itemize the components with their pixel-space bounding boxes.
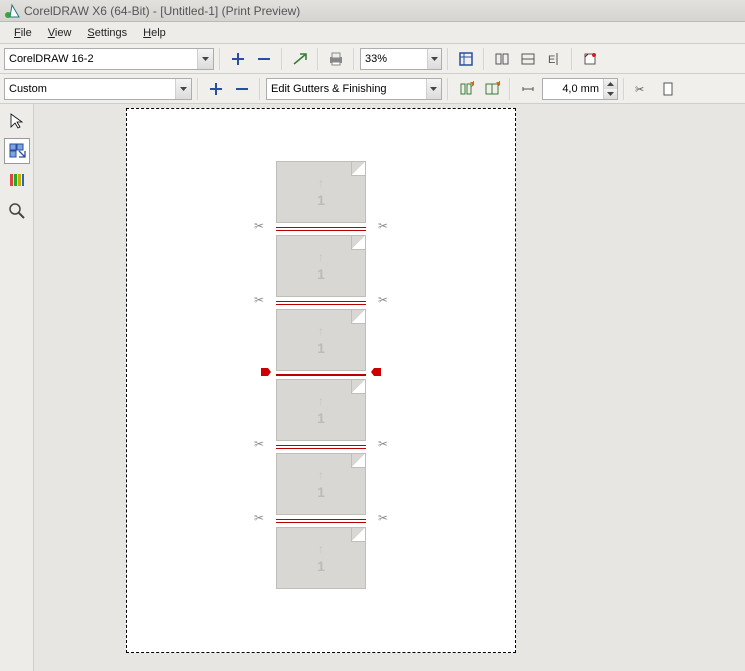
dropdown-arrow-icon[interactable] xyxy=(175,79,191,99)
invert-button[interactable] xyxy=(516,47,540,71)
orientation-arrow-icon: ↑ xyxy=(277,176,365,190)
svg-text:★: ★ xyxy=(495,81,500,90)
page-number: 1 xyxy=(277,340,365,356)
full-screen-button[interactable] xyxy=(454,47,478,71)
imposition-card[interactable]: ↑ 1 xyxy=(276,161,366,223)
scissor-icon: ✂ xyxy=(378,511,388,525)
cut-mark-button[interactable]: ✂ xyxy=(630,77,654,101)
equal-gutters-button[interactable]: ★ xyxy=(454,77,478,101)
gutter-dimension-icon xyxy=(516,77,540,101)
gutters-combo[interactable] xyxy=(266,78,442,100)
svg-text:★: ★ xyxy=(469,81,474,90)
svg-text:✂: ✂ xyxy=(635,84,644,96)
cut-line[interactable]: ✂✂ xyxy=(276,441,366,453)
marks-placement-tool[interactable] xyxy=(4,168,30,194)
print-style-input[interactable] xyxy=(5,51,197,67)
zoom-combo[interactable] xyxy=(360,48,442,70)
pick-tool[interactable] xyxy=(4,108,30,134)
gutter-size-field[interactable] xyxy=(543,81,603,97)
dropdown-arrow-icon[interactable] xyxy=(426,79,442,99)
imposition-card[interactable]: ↑ 1 xyxy=(276,453,366,515)
add-preset-button[interactable] xyxy=(226,47,250,71)
toolbox xyxy=(0,104,34,671)
page-number: 1 xyxy=(277,192,365,208)
menu-settings[interactable]: Settings xyxy=(79,25,135,41)
options-button[interactable] xyxy=(288,47,312,71)
fold-tag-icon xyxy=(371,367,381,375)
page-stack: ↑ 1 ✂✂ ↑ 1 ✂✂ ↑ 1 ↑ xyxy=(276,161,366,589)
dogear-icon xyxy=(351,528,365,542)
imposition-card[interactable]: ↑ 1 xyxy=(276,235,366,297)
orientation-arrow-icon: ↑ xyxy=(277,468,365,482)
imposition-card[interactable]: ↑ 1 xyxy=(276,309,366,371)
add-layout-button[interactable] xyxy=(204,77,228,101)
orientation-arrow-icon: ↑ xyxy=(277,250,365,264)
fold-line[interactable] xyxy=(276,371,366,379)
menu-view[interactable]: View xyxy=(40,25,80,41)
auto-gutters-button[interactable]: ★ xyxy=(480,77,504,101)
dropdown-arrow-icon[interactable] xyxy=(427,49,441,69)
remove-preset-button[interactable] xyxy=(252,47,276,71)
menu-file[interactable]: File xyxy=(6,25,40,41)
dogear-icon xyxy=(351,236,365,250)
cut-line[interactable]: ✂✂ xyxy=(276,515,366,527)
app-icon xyxy=(4,3,20,19)
window-title: CorelDRAW X6 (64-Bit) - [Untitled-1] (Pr… xyxy=(24,4,300,18)
remove-layout-button[interactable] xyxy=(230,77,254,101)
cut-line[interactable]: ✂✂ xyxy=(276,223,366,235)
mirror-button[interactable] xyxy=(490,47,514,71)
page-mark-button[interactable] xyxy=(656,77,680,101)
gutters-input[interactable] xyxy=(267,81,426,97)
menu-bar: File View Settings Help xyxy=(0,22,745,44)
title-bar: CorelDRAW X6 (64-Bit) - [Untitled-1] (Pr… xyxy=(0,0,745,22)
spin-up-button[interactable] xyxy=(604,79,617,89)
print-button[interactable] xyxy=(324,47,348,71)
print-style-combo[interactable] xyxy=(4,48,214,70)
imposition-card[interactable]: ↑ 1 xyxy=(276,379,366,441)
scissor-icon: ✂ xyxy=(378,293,388,307)
page-number: 1 xyxy=(277,484,365,500)
layout-combo[interactable] xyxy=(4,78,192,100)
imposition-layout-tool[interactable] xyxy=(4,138,30,164)
preview-canvas[interactable]: ↑ 1 ✂✂ ↑ 1 ✂✂ ↑ 1 ↑ xyxy=(34,104,745,671)
scissor-icon: ✂ xyxy=(254,437,264,451)
separation-button[interactable]: E xyxy=(542,47,566,71)
scissor-icon: ✂ xyxy=(378,437,388,451)
dogear-icon xyxy=(351,162,365,176)
orientation-arrow-icon: ↑ xyxy=(277,324,365,338)
cut-line[interactable]: ✂✂ xyxy=(276,297,366,309)
sheet-outline: ↑ 1 ✂✂ ↑ 1 ✂✂ ↑ 1 ↑ xyxy=(126,108,516,653)
fold-tag-icon xyxy=(261,367,271,375)
dogear-icon xyxy=(351,310,365,324)
page-number: 1 xyxy=(277,266,365,282)
scissor-icon: ✂ xyxy=(378,219,388,233)
scissor-icon: ✂ xyxy=(254,293,264,307)
dropdown-arrow-icon[interactable] xyxy=(197,49,213,69)
menu-help[interactable]: Help xyxy=(135,25,174,41)
zoom-tool[interactable] xyxy=(4,198,30,224)
page-number: 1 xyxy=(277,410,365,426)
zoom-input[interactable] xyxy=(361,51,427,67)
imposition-card[interactable]: ↑ 1 xyxy=(276,527,366,589)
spin-down-button[interactable] xyxy=(604,89,617,99)
scissor-icon: ✂ xyxy=(254,219,264,233)
svg-text:E: E xyxy=(548,54,555,66)
toolbar-imposition: ★ ★ ✂ xyxy=(0,74,745,104)
close-preview-button[interactable] xyxy=(578,47,602,71)
page-number: 1 xyxy=(277,558,365,574)
dogear-icon xyxy=(351,454,365,468)
orientation-arrow-icon: ↑ xyxy=(277,542,365,556)
toolbar-print-preview: E xyxy=(0,44,745,74)
work-area: ↑ 1 ✂✂ ↑ 1 ✂✂ ↑ 1 ↑ xyxy=(0,104,745,671)
gutter-size-input[interactable] xyxy=(542,78,618,100)
scissor-icon: ✂ xyxy=(254,511,264,525)
layout-input[interactable] xyxy=(5,81,175,97)
orientation-arrow-icon: ↑ xyxy=(277,394,365,408)
dogear-icon xyxy=(351,380,365,394)
